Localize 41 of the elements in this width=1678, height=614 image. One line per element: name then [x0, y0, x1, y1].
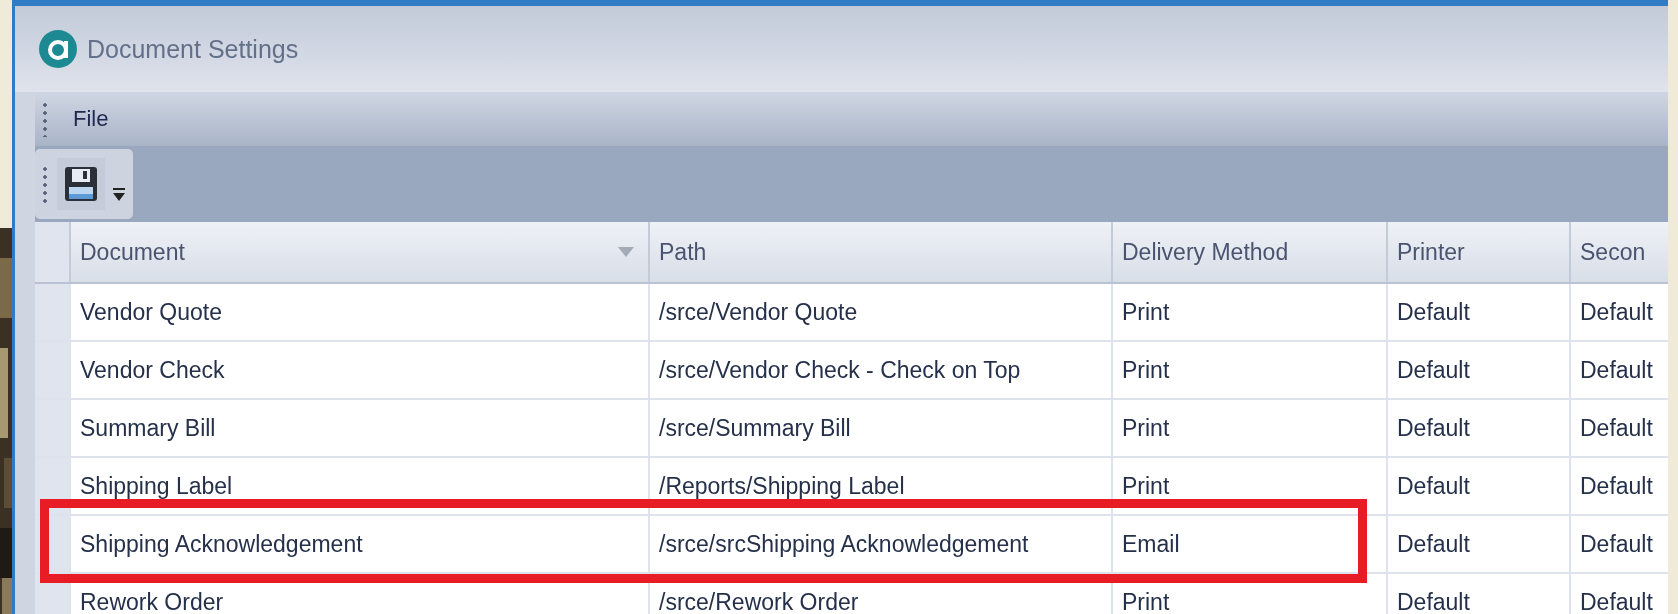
table-cell: Default [1388, 342, 1571, 398]
table-cell: Print [1113, 400, 1388, 456]
table-cell: /srce/Vendor Check - Check on Top [650, 342, 1113, 398]
table-cell: Default [1571, 400, 1668, 456]
table-cell: /srce/Rework Order [650, 574, 1113, 614]
overflow-icon[interactable] [111, 187, 127, 203]
table-cell: Default [1388, 516, 1571, 572]
table-cell: Default [1571, 458, 1668, 514]
menu-item[interactable]: File [69, 104, 113, 134]
save-button[interactable] [57, 158, 105, 210]
table-cell: Print [1113, 574, 1388, 614]
table-cell: Rework Order [71, 574, 650, 614]
table-cell: Summary Bill [71, 400, 650, 456]
table-cell: Shipping Acknowledgement [71, 516, 650, 572]
table-cell: Default [1571, 342, 1668, 398]
column-header[interactable]: Document [71, 222, 650, 282]
table-cell: Print [1113, 458, 1388, 514]
table-cell: /srce/Summary Bill [650, 400, 1113, 456]
app-logo-icon [39, 30, 77, 68]
table-cell: Default [1388, 400, 1571, 456]
table-cell: Shipping Label [71, 458, 650, 514]
column-header[interactable]: Secon [1571, 222, 1668, 282]
table-cell: /srce/srcShipping Acknowledgement [650, 516, 1113, 572]
table-cell: Print [1113, 342, 1388, 398]
table-cell: /Reports/Shipping Label [650, 458, 1113, 514]
table-cell: Default [1571, 284, 1668, 340]
table-cell: /srce/Vendor Quote [650, 284, 1113, 340]
table-cell: Default [1388, 284, 1571, 340]
table-cell: Print [1113, 284, 1388, 340]
table-cell: Vendor Quote [71, 284, 650, 340]
table-cell: Vendor Check [71, 342, 650, 398]
column-header[interactable]: Printer [1388, 222, 1571, 282]
window-title: Document Settings [87, 34, 299, 64]
table-cell: Default [1571, 516, 1668, 572]
column-header[interactable]: Delivery Method [1113, 222, 1388, 282]
column-header[interactable]: Path [650, 222, 1113, 282]
table-cell: Email [1113, 516, 1388, 572]
table-cell: Default [1388, 458, 1571, 514]
row-indicator-cell[interactable] [35, 284, 71, 340]
table-cell: Default [1388, 574, 1571, 614]
table-cell: Default [1571, 574, 1668, 614]
